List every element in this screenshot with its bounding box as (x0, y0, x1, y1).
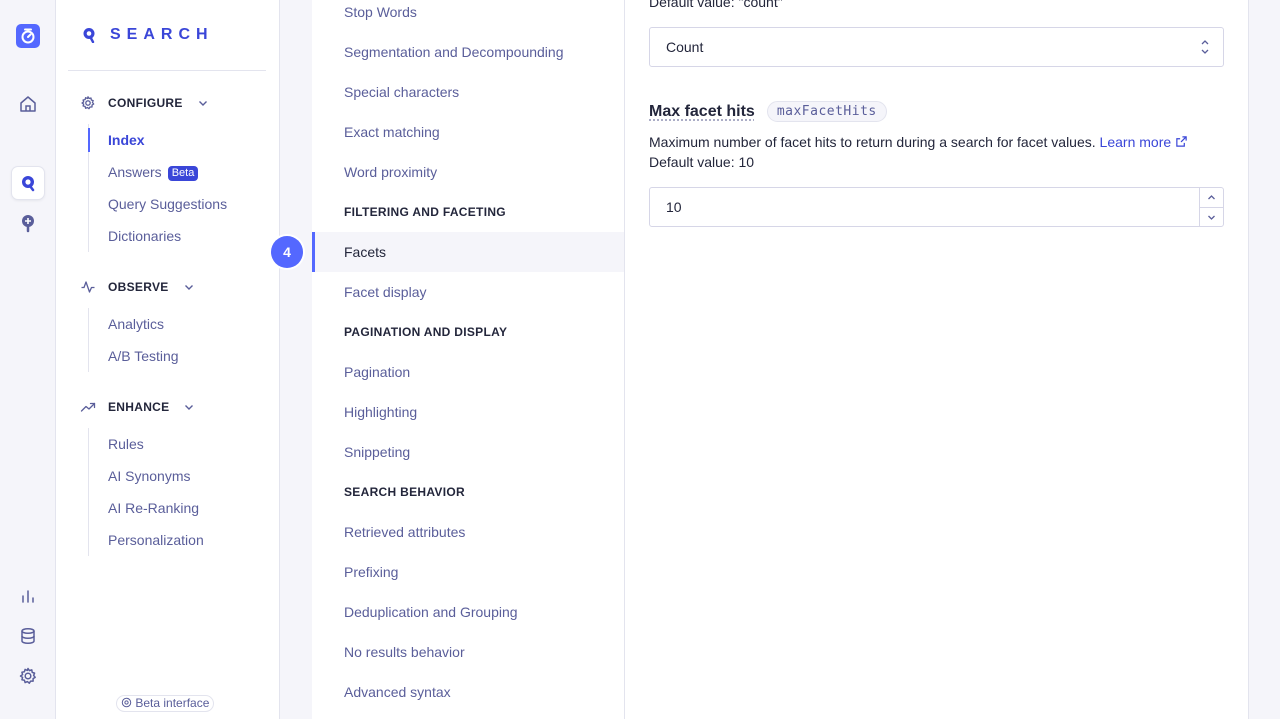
settings-detail: Default value: "count" Count Max facet h… (625, 0, 1249, 719)
setting-snippeting[interactable]: Snippeting (312, 432, 624, 472)
section-configure-label: CONFIGURE (108, 96, 183, 110)
select-value: Count (666, 39, 704, 55)
default-value-text: Default value: 10 (649, 154, 755, 170)
setting-deduplication[interactable]: Deduplication and Grouping (312, 592, 624, 632)
setting-word-proximity[interactable]: Word proximity (312, 152, 624, 192)
brand: SEARCH (82, 26, 214, 44)
learn-more-link[interactable]: Learn more (1100, 134, 1188, 150)
settings-icon[interactable] (12, 660, 44, 692)
pulse-icon (81, 281, 95, 293)
nav-item-ai-re-ranking[interactable]: AI Re-Ranking (89, 492, 204, 524)
setting-highlighting[interactable]: Highlighting (312, 392, 624, 432)
setting-no-results[interactable]: No results behavior (312, 632, 624, 672)
chevron-up-down-icon (1201, 40, 1209, 54)
chevron-down-icon (1208, 215, 1215, 220)
beta-badge: Beta (167, 166, 199, 181)
configure-subnav: Index Answers Beta Query Suggestions Dict… (87, 124, 227, 252)
setting-exact-matching[interactable]: Exact matching (312, 112, 624, 152)
nav-item-label: Query Suggestions (108, 196, 228, 212)
right-gutter (1249, 0, 1280, 719)
description-text: Maximum number of facet hits to return d… (649, 134, 1096, 150)
nav-item-label: AI Synonyms (108, 468, 191, 484)
nav-item-label: A/B Testing (108, 348, 179, 364)
nav-item-analytics[interactable]: Analytics (89, 308, 179, 340)
home-icon[interactable] (12, 88, 44, 120)
group-filtering-faceting: FILTERING AND FACETING (344, 205, 506, 219)
product-nav: SEARCH CONFIGURE Index Answers Beta Query… (56, 0, 280, 719)
nav-item-label: Dictionaries (108, 228, 182, 244)
nav-item-query-suggestions[interactable]: Query Suggestions (89, 188, 227, 220)
gear-icon (81, 96, 95, 110)
settings-list: Stop Words Segmentation and Decompoundin… (312, 0, 625, 719)
section-observe[interactable]: OBSERVE (80, 279, 195, 295)
setting-advanced-syntax[interactable]: Advanced syntax (312, 672, 624, 712)
max-facet-hits-title: Max facet hits (649, 102, 755, 120)
external-link-icon (1176, 136, 1187, 147)
nav-item-personalization[interactable]: Personalization (89, 524, 204, 556)
group-pagination-display: PAGINATION AND DISPLAY (344, 325, 508, 339)
recommend-product-icon[interactable] (12, 207, 44, 239)
enhance-subnav: Rules AI Synonyms AI Re-Ranking Personal… (88, 428, 204, 556)
search-logo-icon (83, 28, 95, 43)
trend-up-icon (80, 402, 96, 412)
algolia-logo-icon[interactable] (16, 24, 40, 48)
max-facet-hits-code: maxFacetHits (766, 101, 887, 122)
group-search-behavior: SEARCH BEHAVIOR (344, 485, 465, 499)
section-enhance[interactable]: ENHANCE (80, 399, 195, 415)
nav-item-ai-synonyms[interactable]: AI Synonyms (89, 460, 204, 492)
setting-special-characters[interactable]: Special characters (312, 72, 624, 112)
step-badge: 4 (271, 236, 303, 268)
chevron-down-icon (198, 101, 207, 106)
section-enhance-label: ENHANCE (108, 400, 170, 414)
info-circle-icon (121, 697, 132, 708)
brand-name: SEARCH (110, 26, 214, 43)
max-facet-hits-heading: Max facet hits maxFacetHits (649, 101, 887, 122)
setting-facets[interactable]: Facets (312, 232, 624, 272)
beta-interface-badge[interactable]: Beta interface (116, 695, 215, 712)
nav-item-label: Personalization (108, 532, 204, 548)
nav-item-index[interactable]: Index (87, 124, 227, 156)
nav-item-label: AI Re-Ranking (108, 500, 200, 516)
max-facet-hits-input[interactable]: 10 (649, 187, 1224, 227)
data-sources-icon[interactable] (12, 620, 44, 652)
search-product-icon[interactable] (12, 167, 44, 199)
setting-stop-words[interactable]: Stop Words (312, 0, 624, 32)
chevron-down-icon (185, 405, 194, 410)
nav-divider (68, 70, 266, 71)
previous-default-value: Default value: "count" (649, 0, 783, 10)
nav-item-ab-testing[interactable]: A/B Testing (89, 340, 179, 372)
decrement-button[interactable] (1200, 207, 1223, 226)
beta-interface-label: Beta interface (135, 696, 210, 710)
max-facet-hits-description: Maximum number of facet hits to return d… (649, 132, 1188, 172)
nav-item-label: Answers (108, 164, 162, 180)
analytics-icon[interactable] (12, 580, 44, 612)
setting-facet-display[interactable]: Facet display (312, 272, 624, 312)
nav-item-label: Rules (108, 436, 144, 452)
nav-item-rules[interactable]: Rules (89, 428, 204, 460)
setting-segmentation[interactable]: Segmentation and Decompounding (312, 32, 624, 72)
setting-prefixing[interactable]: Prefixing (312, 552, 624, 592)
nav-item-answers[interactable]: Answers Beta (89, 156, 227, 188)
nav-item-label: Analytics (108, 316, 165, 332)
icon-rail (0, 0, 56, 719)
section-observe-label: OBSERVE (108, 280, 169, 294)
increment-button[interactable] (1200, 188, 1223, 207)
section-configure[interactable]: CONFIGURE (80, 95, 209, 111)
setting-retrieved-attributes[interactable]: Retrieved attributes (312, 512, 624, 552)
chevron-up-icon (1208, 195, 1215, 200)
chevron-down-icon (184, 285, 193, 290)
setting-pagination[interactable]: Pagination (312, 352, 624, 392)
sort-facet-values-select[interactable]: Count (649, 27, 1224, 67)
number-stepper (1199, 188, 1223, 226)
input-value: 10 (666, 199, 682, 215)
nav-item-dictionaries[interactable]: Dictionaries (89, 220, 227, 252)
observe-subnav: Analytics A/B Testing (88, 308, 179, 372)
nav-item-label: Index (108, 132, 145, 148)
column-gap (280, 0, 312, 719)
learn-more-label: Learn more (1099, 134, 1172, 150)
